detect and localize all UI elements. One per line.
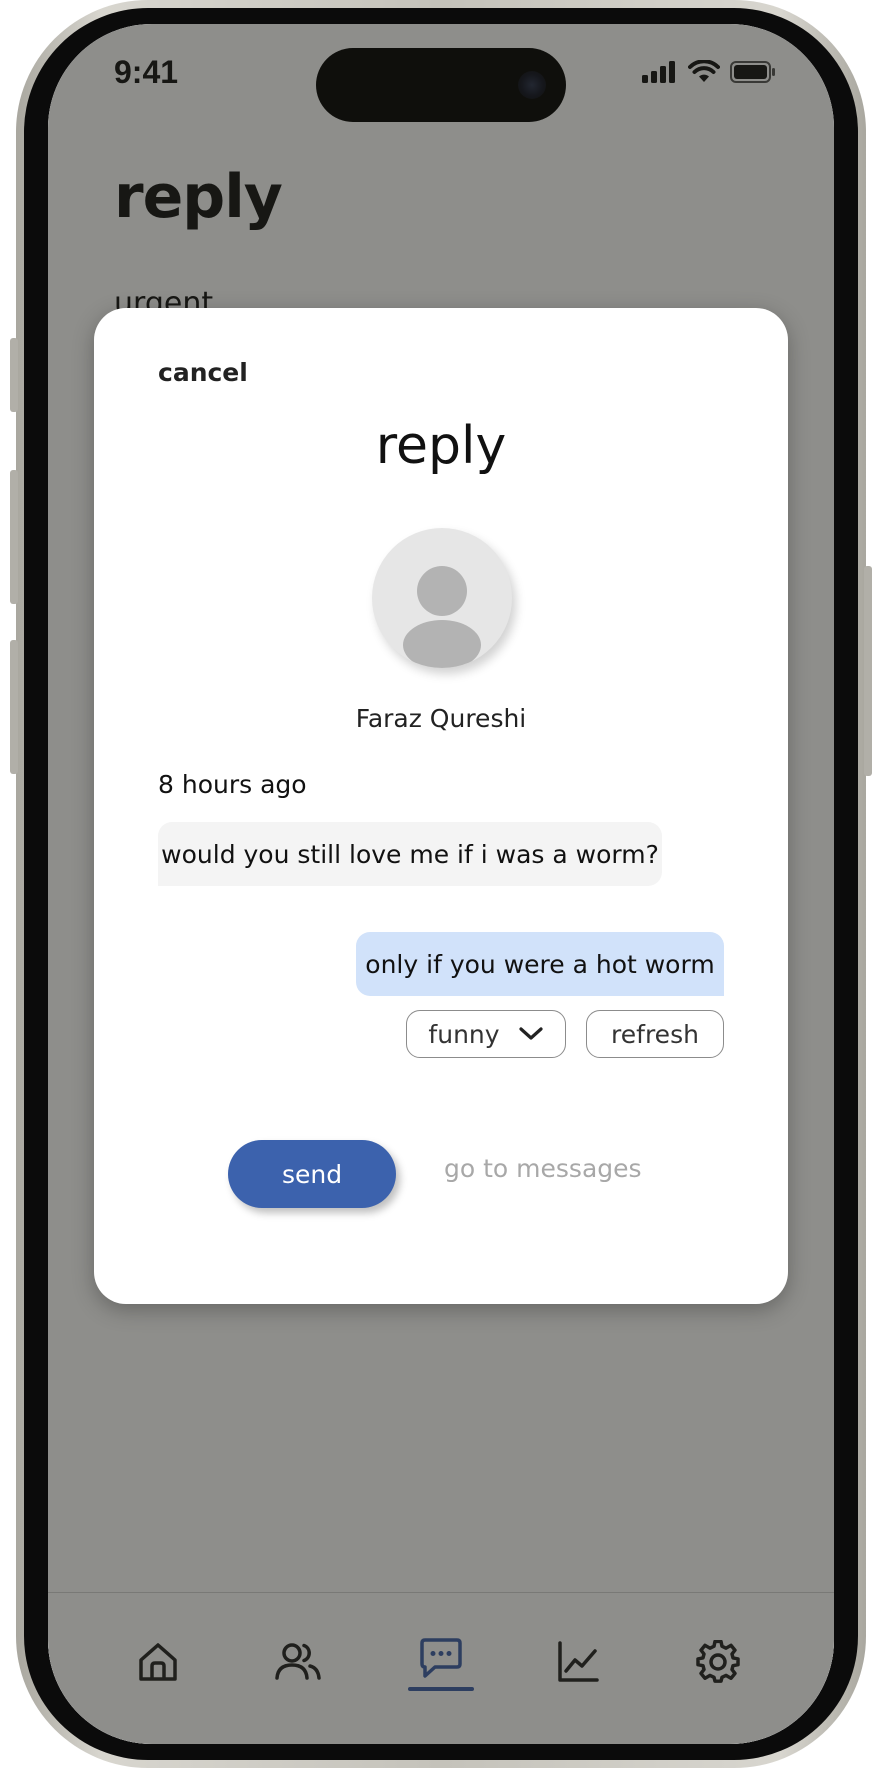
sender-name: Faraz Qureshi (355, 704, 527, 733)
modal-title: reply (375, 416, 507, 476)
refresh-button[interactable]: refresh (586, 1010, 724, 1058)
phone-volume-down-button (10, 640, 18, 774)
tone-dropdown-value: funny (428, 1019, 500, 1049)
go-to-messages-link[interactable]: go to messages (444, 1154, 642, 1183)
phone-action-button (10, 338, 18, 412)
avatar (372, 528, 512, 668)
phone-volume-up-button (10, 470, 18, 604)
phone-screen: 9:41 reply urgent (48, 24, 834, 1744)
avatar-placeholder-icon (417, 566, 467, 616)
incoming-message-bubble: would you still love me if i was a worm? (158, 822, 662, 886)
chevron-down-icon (518, 1027, 543, 1040)
suggested-reply-bubble[interactable]: only if you were a hot worm (356, 932, 724, 996)
send-button[interactable]: send (228, 1140, 396, 1208)
tone-dropdown[interactable]: funny (406, 1010, 566, 1058)
message-timestamp: 8 hours ago (158, 770, 307, 799)
phone-power-button (864, 566, 872, 776)
reply-modal: cancel reply Faraz Qureshi 8 hours ago w… (94, 308, 788, 1304)
cancel-button[interactable]: cancel (158, 358, 248, 387)
avatar-placeholder-body (403, 620, 481, 668)
